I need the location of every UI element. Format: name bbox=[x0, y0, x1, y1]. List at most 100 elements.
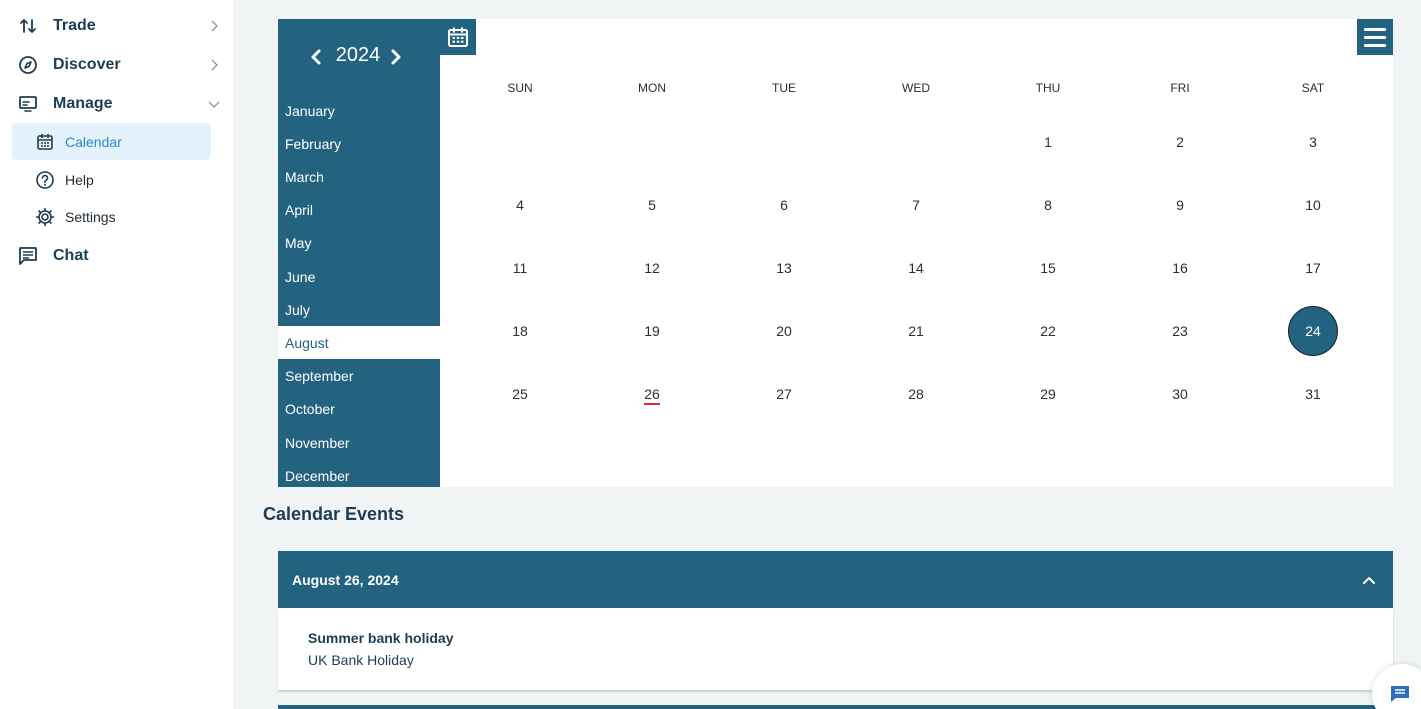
day-number: 24 bbox=[1305, 323, 1321, 339]
day-number: 5 bbox=[648, 197, 656, 213]
month-item-october[interactable]: October bbox=[278, 393, 440, 426]
day-number: 27 bbox=[776, 386, 792, 402]
year-label: 2024 bbox=[335, 44, 381, 66]
weekday-header: FRI bbox=[1170, 81, 1190, 95]
nav-item-help[interactable]: Help bbox=[12, 161, 211, 198]
day-number: 4 bbox=[516, 197, 524, 213]
day-cell[interactable]: 4 bbox=[495, 180, 545, 230]
day-cell[interactable]: 15 bbox=[1023, 243, 1073, 293]
weekday-header: SUN bbox=[507, 81, 533, 95]
nav-label-trade: Trade bbox=[53, 17, 96, 34]
day-cell[interactable]: 19 bbox=[627, 306, 677, 356]
month-item-january[interactable]: January bbox=[278, 94, 440, 127]
nav-item-manage[interactable]: Manage bbox=[0, 85, 233, 123]
chevron-left-icon bbox=[311, 49, 321, 65]
day-number: 3 bbox=[1309, 134, 1317, 150]
day-cell[interactable]: 3 bbox=[1288, 117, 1338, 167]
day-cell[interactable]: 23 bbox=[1155, 306, 1205, 356]
day-cell[interactable]: 1 bbox=[1023, 117, 1073, 167]
calendar-view-button[interactable] bbox=[440, 19, 476, 55]
weekday-header: WED bbox=[902, 81, 930, 95]
nav-label-help: Help bbox=[65, 171, 94, 188]
chevron-right-icon bbox=[391, 49, 401, 65]
day-number: 2 bbox=[1176, 134, 1184, 150]
menu-button[interactable] bbox=[1357, 19, 1393, 55]
day-number: 1 bbox=[1044, 134, 1052, 150]
calendar-card: 2024 January February March April May June Jul… bbox=[278, 19, 1393, 487]
calendar-icon bbox=[448, 27, 468, 47]
month-item-november[interactable]: November bbox=[278, 426, 440, 459]
day-cell[interactable]: 18 bbox=[495, 306, 545, 356]
month-item-april[interactable]: April bbox=[278, 194, 440, 227]
day-cell[interactable]: 28 bbox=[891, 369, 941, 419]
nav-item-settings[interactable]: Settings bbox=[12, 198, 211, 235]
day-number: 31 bbox=[1305, 386, 1321, 402]
nav-label-discover: Discover bbox=[53, 56, 121, 73]
day-cell[interactable]: 25 bbox=[495, 369, 545, 419]
hamburger-icon bbox=[1364, 27, 1386, 31]
day-cell[interactable]: 24 bbox=[1288, 306, 1338, 356]
month-item-march[interactable]: March bbox=[278, 160, 440, 193]
day-number: 14 bbox=[908, 260, 924, 276]
day-cell[interactable]: 12 bbox=[627, 243, 677, 293]
day-number: 15 bbox=[1040, 260, 1056, 276]
chat-icon bbox=[1389, 684, 1411, 704]
day-cell[interactable]: 6 bbox=[759, 180, 809, 230]
day-cell[interactable]: 27 bbox=[759, 369, 809, 419]
day-number: 7 bbox=[912, 197, 920, 213]
day-cell[interactable]: 21 bbox=[891, 306, 941, 356]
event-type: UK Bank Holiday bbox=[308, 652, 414, 668]
day-number: 21 bbox=[908, 323, 924, 339]
day-cell[interactable]: 8 bbox=[1023, 180, 1073, 230]
day-cell[interactable]: 16 bbox=[1155, 243, 1205, 293]
day-number: 22 bbox=[1040, 323, 1056, 339]
day-cell[interactable]: 2 bbox=[1155, 117, 1205, 167]
help-circle-icon bbox=[35, 170, 55, 190]
year-prev-button[interactable] bbox=[308, 47, 324, 67]
nav-item-trade[interactable]: Trade bbox=[0, 7, 233, 45]
day-cell[interactable]: 14 bbox=[891, 243, 941, 293]
day-cell[interactable]: 7 bbox=[891, 180, 941, 230]
month-item-february[interactable]: February bbox=[278, 127, 440, 160]
chevron-right-icon bbox=[208, 20, 220, 32]
day-number: 13 bbox=[776, 260, 792, 276]
nav-label-chat: Chat bbox=[53, 247, 89, 264]
day-number: 16 bbox=[1172, 260, 1188, 276]
calendar-icon bbox=[35, 132, 55, 152]
year-next-button[interactable] bbox=[388, 47, 404, 67]
event-group-header[interactable]: August 26, 2024 bbox=[278, 551, 1393, 608]
gear-icon bbox=[35, 207, 55, 227]
day-cell[interactable]: 11 bbox=[495, 243, 545, 293]
nav-item-chat[interactable]: Chat bbox=[0, 237, 233, 275]
day-number: 30 bbox=[1172, 386, 1188, 402]
day-cell[interactable]: 9 bbox=[1155, 180, 1205, 230]
day-cell[interactable]: 26 bbox=[627, 369, 677, 419]
month-item-may[interactable]: May bbox=[278, 227, 440, 260]
year-selector: 2024 bbox=[278, 39, 440, 75]
nav-item-calendar[interactable]: Calendar bbox=[12, 123, 211, 160]
month-item-august[interactable]: August bbox=[278, 326, 440, 360]
day-cell[interactable]: 17 bbox=[1288, 243, 1338, 293]
month-panel: 2024 January February March April May June Jul… bbox=[278, 19, 440, 487]
day-cell[interactable]: 13 bbox=[759, 243, 809, 293]
chevron-up-icon[interactable] bbox=[1362, 573, 1376, 587]
month-item-june[interactable]: June bbox=[278, 260, 440, 293]
day-cell[interactable]: 10 bbox=[1288, 180, 1338, 230]
day-cell[interactable]: 30 bbox=[1155, 369, 1205, 419]
day-number: 12 bbox=[644, 260, 660, 276]
day-cell[interactable]: 31 bbox=[1288, 369, 1338, 419]
day-number: 25 bbox=[512, 386, 528, 402]
day-cell[interactable]: 20 bbox=[759, 306, 809, 356]
month-item-july[interactable]: July bbox=[278, 293, 440, 326]
chevron-down-icon bbox=[208, 98, 220, 110]
chevron-right-icon bbox=[208, 59, 220, 71]
day-cell[interactable]: 22 bbox=[1023, 306, 1073, 356]
day-cell[interactable]: 29 bbox=[1023, 369, 1073, 419]
month-item-september[interactable]: September bbox=[278, 360, 440, 393]
day-number: 28 bbox=[908, 386, 924, 402]
month-item-december[interactable]: December bbox=[278, 459, 440, 492]
day-cell[interactable]: 5 bbox=[627, 180, 677, 230]
event-item: Summer bank holiday UK Bank Holiday bbox=[278, 608, 1393, 691]
nav-item-discover[interactable]: Discover bbox=[0, 46, 233, 84]
event-group-header-next[interactable] bbox=[278, 705, 1393, 709]
